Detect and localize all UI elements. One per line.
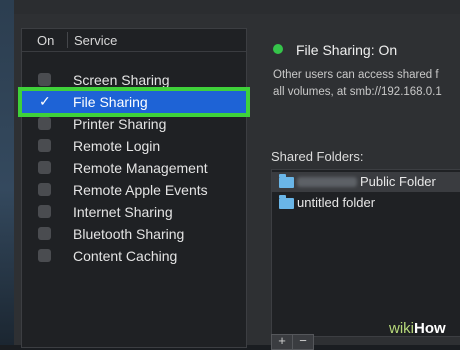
checkbox[interactable] — [38, 183, 51, 196]
checkbox[interactable] — [38, 249, 51, 262]
wikihow-watermark: wikiHow — [389, 320, 446, 337]
service-row-remote-management[interactable]: Remote Management — [22, 157, 246, 179]
description-line: all volumes, at smb://192.168.0.1 — [273, 86, 442, 98]
blurred-username — [297, 177, 357, 187]
checkbox[interactable] — [38, 139, 51, 152]
service-label: Content Caching — [73, 248, 178, 264]
sharing-status-title: File Sharing: On — [296, 42, 398, 58]
checkbox[interactable] — [38, 161, 51, 174]
column-header-service[interactable]: Service — [74, 33, 117, 48]
service-row-remote-apple-events[interactable]: Remote Apple Events — [22, 179, 246, 201]
watermark-how: How — [414, 320, 446, 337]
checkbox[interactable] — [38, 205, 51, 218]
checkbox[interactable] — [38, 73, 51, 86]
service-row-internet-sharing[interactable]: Internet Sharing — [22, 201, 246, 223]
service-label: Printer Sharing — [73, 116, 167, 132]
service-label: Remote Apple Events — [73, 182, 208, 198]
service-row-remote-login[interactable]: Remote Login — [22, 135, 246, 157]
add-folder-button[interactable]: + — [271, 334, 293, 350]
window-top-strip — [14, 0, 460, 14]
service-label: Internet Sharing — [73, 204, 173, 220]
shared-folders-list: Public Folder untitled folder — [271, 169, 460, 337]
folder-icon — [279, 195, 294, 209]
folder-name: Public Folder — [360, 174, 436, 189]
shared-folders-title: Shared Folders: — [271, 149, 364, 164]
checkbox[interactable] — [38, 227, 51, 240]
sharing-description: Other users can access shared f all volu… — [273, 67, 460, 101]
services-list: On Service Screen Sharing ✓ File Sharing… — [18, 28, 250, 348]
status-indicator-icon — [273, 44, 283, 54]
description-line: Other users can access shared f — [273, 69, 439, 81]
column-header-on[interactable]: On — [37, 33, 54, 48]
checkmark-icon[interactable]: ✓ — [39, 93, 52, 109]
services-list-header: On Service — [22, 29, 246, 52]
service-label: Bluetooth Sharing — [73, 226, 185, 242]
service-label: File Sharing — [73, 94, 148, 110]
service-label: Screen Sharing — [73, 72, 170, 88]
service-row-content-caching[interactable]: Content Caching — [22, 245, 246, 267]
service-row-file-sharing[interactable]: ✓ File Sharing — [18, 87, 250, 117]
shared-folder-row[interactable]: Public Folder — [272, 172, 460, 192]
remove-folder-button[interactable]: − — [292, 334, 314, 350]
checkbox[interactable] — [38, 117, 51, 130]
watermark-wiki: wiki — [389, 320, 414, 337]
folder-name: untitled folder — [297, 195, 376, 210]
shared-folder-row[interactable]: untitled folder — [272, 193, 460, 213]
service-label: Remote Management — [73, 160, 208, 176]
service-row-printer-sharing[interactable]: Printer Sharing — [22, 113, 246, 135]
service-row-screen-sharing[interactable]: Screen Sharing — [22, 69, 246, 91]
service-row-bluetooth-sharing[interactable]: Bluetooth Sharing — [22, 223, 246, 245]
folder-icon — [279, 174, 294, 188]
service-label: Remote Login — [73, 138, 161, 154]
column-divider — [67, 32, 68, 48]
